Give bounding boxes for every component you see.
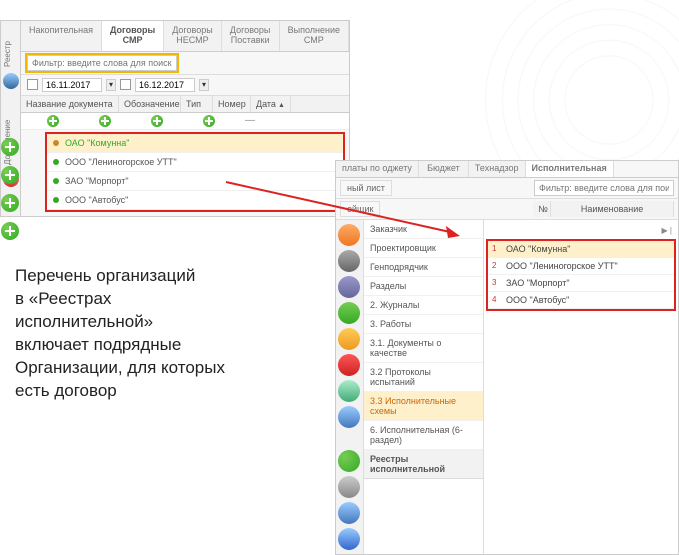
columns-header: Название документа Обозначение Тип Номер… — [21, 96, 349, 113]
word-icon[interactable] — [338, 406, 360, 428]
excel-icon[interactable] — [338, 380, 360, 402]
refresh-icon[interactable] — [338, 528, 360, 550]
word-icon[interactable] — [338, 502, 360, 524]
recycle-icon[interactable] — [338, 302, 360, 324]
add-button[interactable] — [1, 222, 19, 240]
tab-oplaty[interactable]: платы по оджету — [336, 161, 419, 177]
tab-byudzhet[interactable]: Бюджет — [419, 161, 469, 177]
add-icon[interactable] — [151, 115, 163, 127]
add-icon[interactable] — [99, 115, 111, 127]
col-no[interactable]: № — [533, 201, 551, 217]
delete-icon[interactable] — [338, 354, 360, 376]
tree-item[interactable]: 2. Журналы — [364, 296, 483, 315]
tab-dogovory-smr[interactable]: Договоры СМР — [102, 21, 164, 51]
tab-dogovory-nesmr[interactable]: Договоры НЕСМР — [164, 21, 221, 51]
panel-ispolnitelnaya: платы по оджету Бюджет Технадзор Исполни… — [335, 160, 679, 555]
tree-item[interactable]: 3.2 Протоколы испытаний — [364, 363, 483, 392]
tree-item-selected[interactable]: 3.3 Исполнительные схемы — [364, 392, 483, 421]
folder-icon[interactable] — [338, 328, 360, 350]
row-name: ЗАО "Морпорт" — [506, 278, 670, 288]
printer-icon[interactable] — [338, 276, 360, 298]
globe-icon[interactable] — [3, 73, 19, 89]
tab-dogovory-postavki[interactable]: Договоры Поставки — [222, 21, 280, 51]
org-name: ООО "Лениногорское УТТ" — [65, 157, 177, 167]
add-icon[interactable] — [47, 115, 59, 127]
tree-item[interactable]: 6. Исполнительная (6-раздел) — [364, 421, 483, 450]
org-item[interactable]: ОАО "Комунна" — [47, 134, 343, 153]
org-item[interactable]: ООО "Лениногорское УТТ" — [47, 153, 343, 172]
tree-item[interactable]: Заказчик — [364, 220, 483, 239]
toolbar-icons — [336, 220, 364, 554]
org-name: ЗАО "Морпорт" — [65, 176, 129, 186]
tree-item[interactable]: 3.1. Документы о качестве — [364, 334, 483, 363]
row-no: 4 — [492, 295, 506, 304]
tab-vypolnenie-smr[interactable]: Выполнение СМР — [280, 21, 349, 51]
tab-tehnadzor[interactable]: Технадзор — [469, 161, 526, 177]
table-row[interactable]: 3 ЗАО "Морпорт" — [488, 275, 674, 292]
col-tip[interactable]: Тип — [181, 96, 213, 112]
trash-icon[interactable] — [338, 476, 360, 498]
col-data[interactable]: Дата▲ — [251, 96, 291, 112]
add-button[interactable] — [1, 194, 19, 212]
panel-contracts: Реестр Добавление Накопительная Договоры… — [0, 20, 350, 217]
checkbox-date-to[interactable] — [120, 79, 131, 90]
col-name[interactable]: Название документа — [21, 96, 119, 112]
reestry-header: Реестры исполнительной — [364, 450, 483, 479]
tabs-contracts: Накопительная Договоры СМР Договоры НЕСМ… — [21, 21, 349, 52]
bullet-icon — [53, 178, 59, 184]
org-item[interactable]: ЗАО "Морпорт" — [47, 172, 343, 191]
tree-panel: Заказчик Проектировщик Генподрядчик Разд… — [364, 220, 484, 554]
org-list-highlight-right: 1 ОАО "Комунна" 2 ООО "Лениногорское УТТ… — [486, 239, 676, 311]
date-to-dropdown-icon[interactable]: ▾ — [199, 79, 209, 91]
caption-text: Перечень организаций в «Реестрах исполни… — [15, 265, 225, 403]
org-table: ▶ | 1 ОАО "Комунна" 2 ООО "Лениногорское… — [484, 220, 678, 554]
add-icon[interactable] — [203, 115, 215, 127]
sort-asc-icon: ▲ — [278, 102, 285, 109]
home-icon[interactable] — [338, 224, 360, 246]
add-button[interactable] — [1, 166, 19, 184]
sheet-label[interactable]: ный лист — [340, 180, 392, 196]
checkbox-date-from[interactable] — [27, 79, 38, 90]
col-naimenovanie[interactable]: Наименование — [551, 201, 674, 217]
org-name: ООО "Автобус" — [65, 195, 128, 205]
obschik-label[interactable]: ойщик — [340, 201, 380, 217]
date-to-input[interactable] — [135, 78, 195, 92]
add-button[interactable] — [1, 138, 19, 156]
filter-input-right[interactable] — [534, 180, 674, 196]
tree-item[interactable]: Проектировщик — [364, 239, 483, 258]
bullet-icon — [53, 140, 59, 146]
side-label-reestr: Реестр — [1, 21, 14, 71]
col-oboz[interactable]: Обозначение — [119, 96, 181, 112]
tree-item[interactable]: 3. Работы — [364, 315, 483, 334]
filter-input[interactable] — [27, 55, 177, 71]
row-name: ООО "Лениногорское УТТ" — [506, 261, 670, 271]
col-nomer[interactable]: Номер — [213, 96, 251, 112]
row-no: 1 — [492, 244, 506, 253]
row-no: 3 — [492, 278, 506, 287]
date-from-dropdown-icon[interactable]: ▾ — [106, 79, 116, 91]
add-icon[interactable] — [338, 450, 360, 472]
row-no: 2 — [492, 261, 506, 270]
tabs-top-right: платы по оджету Бюджет Технадзор Исполни… — [336, 161, 678, 178]
bullet-icon — [53, 159, 59, 165]
add-row: — — [21, 113, 349, 130]
table-row[interactable]: 4 ООО "Автобус" — [488, 292, 674, 309]
org-item[interactable]: ООО "Автобус" — [47, 191, 343, 210]
tree-item[interactable]: Разделы — [364, 277, 483, 296]
date-from-input[interactable] — [42, 78, 102, 92]
row-name: ОАО "Комунна" — [506, 244, 670, 254]
row-name: ООО "Автобус" — [506, 295, 670, 305]
org-name: ОАО "Комунна" — [65, 138, 129, 148]
table-row[interactable]: 1 ОАО "Комунна" — [488, 241, 674, 258]
print-icon[interactable] — [338, 250, 360, 272]
tab-ispolnitelnaya[interactable]: Исполнительная — [526, 161, 614, 177]
tree-item[interactable]: Генподрядчик — [364, 258, 483, 277]
table-row[interactable]: 2 ООО "Лениногорское УТТ" — [488, 258, 674, 275]
tab-nakopitelnaya[interactable]: Накопительная — [21, 21, 102, 51]
bullet-icon — [53, 197, 59, 203]
org-list-highlight: ОАО "Комунна" ООО "Лениногорское УТТ" ЗА… — [45, 132, 345, 212]
